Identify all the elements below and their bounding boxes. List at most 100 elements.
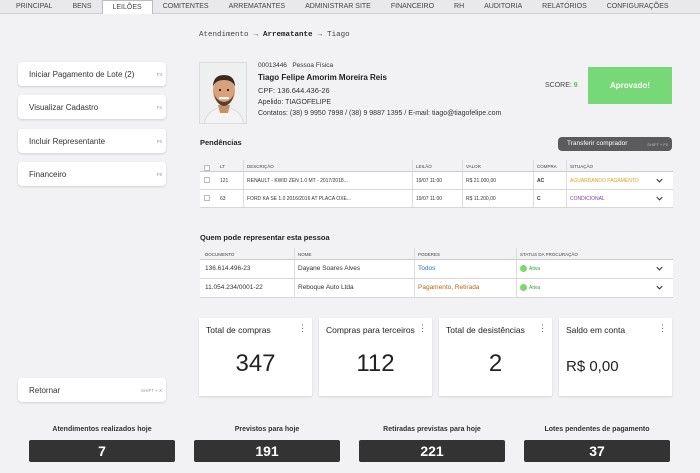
table-row[interactable]: 11.054.234/0001-22 Reboque Auto Ltda Pagam…: [200, 279, 673, 298]
lot-value: R$ 11.200,00: [466, 196, 496, 202]
shortcut-hint: F6: [156, 139, 162, 144]
breadcrumb-separator: →: [317, 31, 323, 39]
person-cpf: CPF: 136.644.436-26: [258, 86, 330, 95]
chevron-down-icon[interactable]: [655, 283, 664, 292]
column-divider: [412, 190, 413, 207]
lot-status: AGUARDANDO PAGAMENTO: [570, 178, 639, 184]
lot-number: 121: [220, 178, 229, 184]
nav-tab-comitentes[interactable]: COMITENTES: [153, 0, 219, 13]
vertical-dots-icon[interactable]: ⋮: [418, 323, 427, 334]
card-value: R$ 0,00: [566, 358, 619, 375]
shortcut-hint: SHIFT + X: [140, 388, 162, 393]
button-label: Visualizar Cadastro: [29, 103, 99, 112]
nav-tab-auditoria[interactable]: AUDITORIA: [474, 0, 532, 13]
button-label: Financeiro: [29, 170, 67, 179]
document-number: 11.054.234/0001-22: [205, 284, 263, 291]
vertical-dots-icon[interactable]: ⋮: [538, 323, 547, 334]
column-divider: [294, 279, 295, 297]
card-title: Total de desistências: [446, 325, 525, 335]
column-divider: [294, 260, 295, 278]
nav-tab-relatórios[interactable]: RELATÓRIOS: [532, 0, 597, 13]
person-meta: 00013446 Pessoa Física: [258, 62, 333, 69]
column-header: COMPRA: [537, 164, 557, 169]
checkbox-icon[interactable]: [204, 165, 210, 171]
breadcrumb-item-current: Tiago: [327, 31, 350, 39]
card-value: 112: [356, 350, 395, 377]
column-divider: [516, 279, 517, 297]
transfer-buyer-button[interactable]: Transferir comprador SHIFT + F5: [558, 137, 672, 151]
visualizar-cadastro-button[interactable]: Visualizar Cadastro F4: [18, 95, 166, 119]
daily-stat: Atendimentos realizados hoje 7: [29, 426, 175, 462]
chevron-down-icon[interactable]: [655, 264, 664, 273]
column-header: PODERES: [418, 252, 441, 257]
nav-tab-financeiro[interactable]: FINANCEIRO: [381, 0, 444, 13]
breadcrumb-item-atendimento[interactable]: Atendimento: [199, 31, 249, 39]
column-divider: [533, 160, 534, 171]
column-divider: [533, 172, 534, 189]
chevron-down-icon[interactable]: [655, 194, 664, 203]
representantes-title: Quem pode representar esta pessoa: [200, 233, 330, 242]
person-type: Pessoa Física: [292, 62, 334, 69]
column-header: STATUS DA PROCURAÇÃO: [520, 252, 578, 257]
breadcrumb: Atendimento → Arrematante → Tiago: [199, 31, 350, 39]
checkbox-icon[interactable]: [204, 177, 210, 183]
checkbox-icon[interactable]: [204, 195, 210, 201]
pendencias-table: LT DESCRIÇÃO LEILÃO VALOR COMPRA SITUAÇÃO 121 R…: [200, 160, 673, 208]
powers: Todos: [418, 265, 436, 272]
nav-tab-leilões[interactable]: LEILÕES: [101, 0, 153, 14]
table-row[interactable]: 136.614.496-23 Dayane Soares Alves Todos At…: [200, 260, 673, 279]
nav-tab-bens[interactable]: BENS: [62, 0, 101, 13]
purchase-type: C: [537, 196, 541, 202]
shortcut-hint: F8: [156, 172, 162, 177]
nav-tab-configurações[interactable]: CONFIGURAÇÕES: [597, 0, 679, 13]
score-label: SCORE:: [545, 82, 572, 89]
breadcrumb-item-arrematante[interactable]: Arrematante: [263, 31, 313, 39]
nav-tab-arrematantes[interactable]: ARREMATANTES: [219, 0, 296, 13]
iniciar-pagamento-button[interactable]: Iniciar Pagamento de Lote (2) F3: [18, 62, 166, 86]
approval-status-button[interactable]: Aprovado!: [588, 67, 672, 104]
stat-card: Total de desistências ⋮ 2: [439, 318, 552, 396]
vertical-dots-icon[interactable]: ⋮: [658, 323, 667, 334]
card-title: Saldo em conta: [566, 325, 626, 335]
procuracao-status: Ativa: [520, 284, 540, 291]
procuracao-status: Ativa: [520, 265, 540, 272]
retornar-button[interactable]: Retornar SHIFT + X: [18, 378, 166, 402]
daily-stat: Previstos para hoje 191: [194, 426, 340, 462]
document-number: 136.614.496-23: [205, 265, 251, 272]
green-dot-icon: [520, 284, 527, 291]
table-row[interactable]: 121 RENAULT - KWID ZEN 1.0 MT - 2017/2018…: [200, 172, 673, 190]
card-title: Compras para terceiros: [326, 325, 415, 335]
daily-stat: Lotes pendentes de pagamento 37: [524, 426, 670, 462]
incluir-representante-button[interactable]: Incluir Representante F6: [18, 129, 166, 153]
stat-label: Previstos para hoje: [234, 426, 300, 433]
stat-label: Atendimentos realizados hoje: [52, 426, 152, 433]
column-divider: [414, 279, 415, 297]
column-divider: [566, 172, 567, 189]
person-name: Tiago Felipe Amorim Moreira Reis: [258, 73, 387, 82]
column-divider: [516, 260, 517, 278]
chevron-down-icon[interactable]: [655, 176, 664, 185]
column-divider: [412, 172, 413, 189]
table-row[interactable]: 63 FORD KA SE 1.0 2016/2016 AT PLACA OXE.…: [200, 190, 673, 208]
financeiro-button[interactable]: Financeiro F8: [18, 162, 166, 186]
powers: Pagamento, Retirada: [418, 284, 480, 291]
avatar-icon: [200, 63, 246, 123]
status-label: Ativa: [529, 284, 541, 291]
card-title: Total de compras: [206, 325, 271, 335]
green-dot-icon: [520, 265, 527, 272]
nav-tab-rh[interactable]: RH: [444, 0, 474, 13]
nav-tab-administrar-site[interactable]: ADMINISTRAR SITE: [295, 0, 381, 13]
person-code: 00013446: [258, 62, 287, 69]
nav-tab-principal[interactable]: PRINCIPAL: [6, 0, 62, 13]
vertical-dots-icon[interactable]: ⋮: [298, 323, 307, 334]
column-header: DESCRIÇÃO: [247, 164, 274, 169]
lot-status: CONDICIONAL: [570, 196, 605, 202]
stat-card: Compras para terceiros ⋮ 112: [319, 318, 432, 396]
column-header: SITUAÇÃO: [570, 164, 594, 169]
column-divider: [414, 248, 415, 259]
card-value: 347: [235, 350, 276, 377]
profile-photo: [199, 62, 247, 124]
representantes-table: DOCUMENTO NOME PODERES STATUS DA PROCURAÇÃO…: [200, 248, 673, 298]
column-divider: [516, 248, 517, 259]
daily-stat: Retiradas previstas para hoje 221: [359, 426, 505, 462]
